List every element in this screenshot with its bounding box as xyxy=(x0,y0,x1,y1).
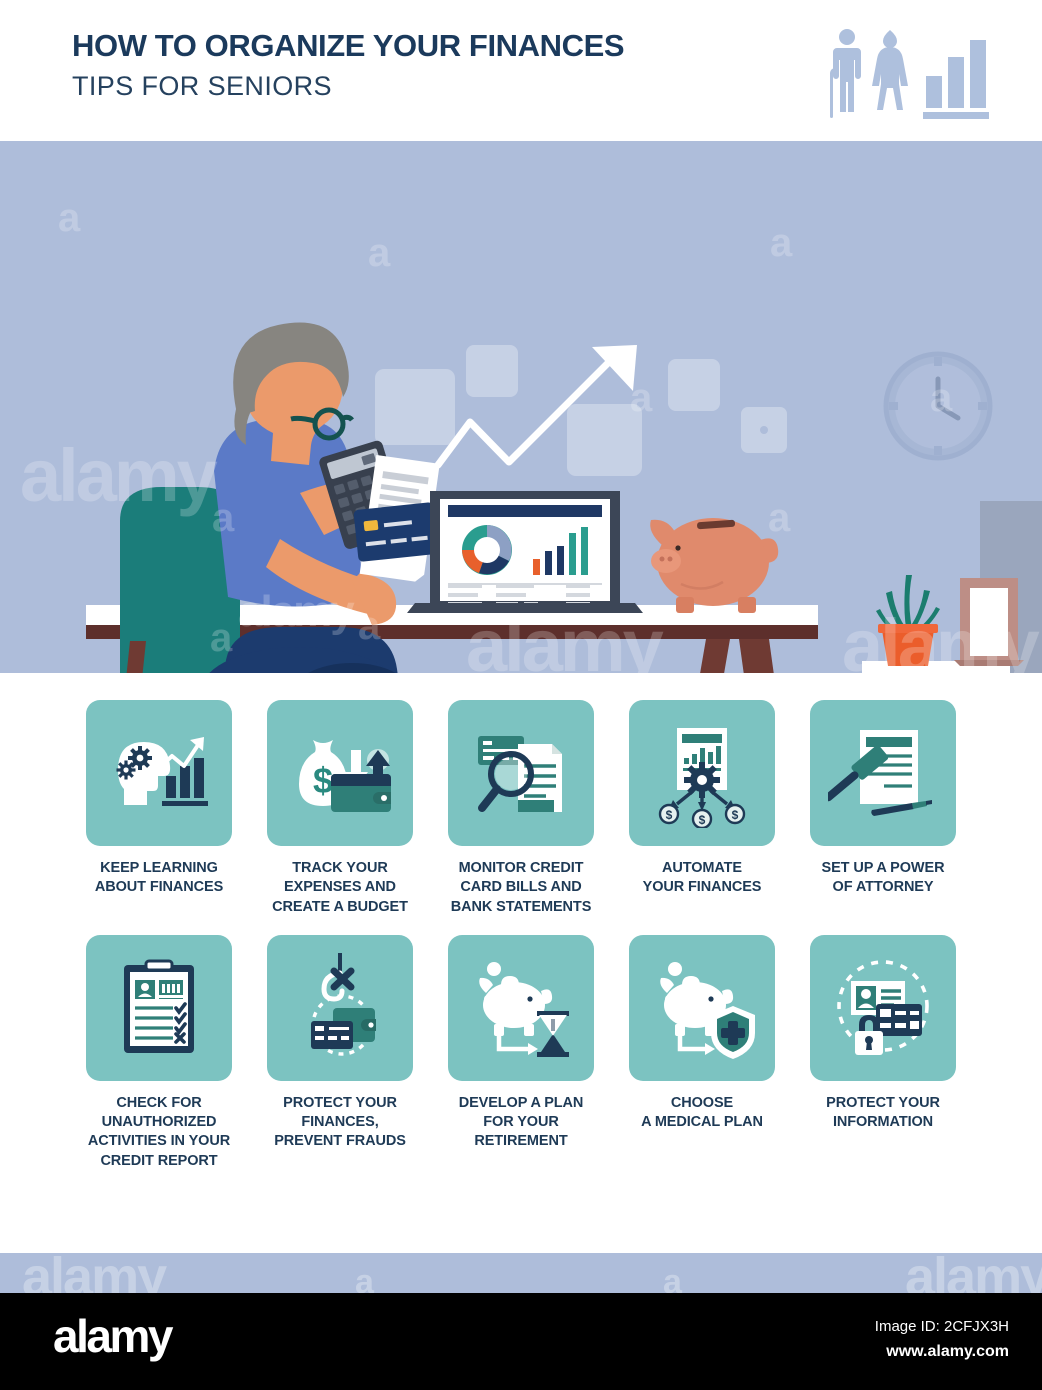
header-titles: HOW TO ORGANIZE YOUR FINANCES TIPS FOR S… xyxy=(72,28,625,102)
floating-plus-icon xyxy=(466,345,518,397)
svg-text:$: $ xyxy=(732,808,739,822)
tip-tile-9[interactable] xyxy=(629,934,775,1081)
svg-text:a: a xyxy=(770,221,793,265)
credit-card-statement-magnifier-icon xyxy=(478,736,562,812)
tip-label-1: KEEP LEARNING ABOUT FINANCES xyxy=(94,860,224,896)
tip-card-protect-information[interactable]: PROTECT YOUR INFORMATION xyxy=(810,934,956,1171)
tip-card-check-credit-report[interactable]: CHECK FOR UNAUTHORIZED ACTIVITIES IN YOU… xyxy=(86,934,232,1171)
svg-text:a: a xyxy=(368,231,391,275)
tip-label-4: AUTOMATE YOUR FINANCES xyxy=(642,860,762,896)
senior-man-with-cane-icon xyxy=(830,29,861,118)
head-with-gears-and-growth-chart-icon xyxy=(116,737,208,806)
tip-tile-8[interactable] xyxy=(448,934,594,1081)
medical-shield xyxy=(711,1005,755,1059)
tip-label-10: PROTECT YOUR INFORMATION xyxy=(826,1094,940,1131)
svg-text:a: a xyxy=(355,1263,375,1293)
page-subtitle: TIPS FOR SENIORS xyxy=(72,70,332,101)
svg-text:alamy: alamy xyxy=(905,1253,1042,1293)
tip-card-keep-learning[interactable]: KEEP LEARNING ABOUT FINANCES xyxy=(86,700,232,917)
id-card-lock-icon xyxy=(837,960,929,1055)
tip-tile-5[interactable] xyxy=(810,700,956,846)
tip-tile-10[interactable] xyxy=(810,934,956,1081)
page-header: HOW TO ORGANIZE YOUR FINANCES TIPS FOR S… xyxy=(0,0,1042,140)
footer-watermark-strip: alamy a a alamy xyxy=(0,1253,1042,1293)
tip-card-retirement-plan[interactable]: DEVELOP A PLAN FOR YOUR RETIREMENT xyxy=(448,934,594,1171)
bar-chart-icon xyxy=(923,40,989,119)
senior-woman-icon xyxy=(872,30,908,110)
laptop-text-rows xyxy=(448,583,602,606)
svg-text:alamy: alamy xyxy=(22,1253,167,1293)
header-icon-group xyxy=(820,28,1000,120)
hero-scene-svg: % a a a a a a a a alamy alamy alamy alam… xyxy=(0,141,1042,673)
alamy-logo: alamy xyxy=(53,1310,173,1362)
alamy-footer: alamy Image ID: 2CFJX3H www.alamy.com xyxy=(0,1293,1042,1390)
tips-row-2: CHECK FOR UNAUTHORIZED ACTIVITIES IN YOU… xyxy=(0,934,1042,1171)
alamy-url-text: www.alamy.com xyxy=(886,1343,1009,1360)
document-gear-coins-icon: $ $ $ xyxy=(658,728,746,828)
svg-text:alamy: alamy xyxy=(466,604,664,673)
tip-tile-6[interactable] xyxy=(86,934,232,1081)
tip-label-8: DEVELOP A PLAN FOR YOUR RETIREMENT xyxy=(458,1094,584,1150)
footer-meta: Image ID: 2CFJX3H www.alamy.com xyxy=(875,1315,1009,1365)
tip-card-prevent-frauds[interactable]: PROTECT YOUR FINANCES, PREVENT FRAUDS xyxy=(267,934,413,1171)
tip-tile-7[interactable] xyxy=(267,934,413,1081)
tip-label-3: MONITOR CREDIT CARD BILLS AND BANK STATE… xyxy=(450,860,592,915)
svg-text:a: a xyxy=(663,1263,683,1293)
hero-illustration: % a a a a a a a a alamy alamy alamy alam… xyxy=(0,141,1042,673)
tip-card-track-expenses[interactable]: $ TRACK YOUR EXPENSES AND CREATE A BUDGE… xyxy=(267,700,413,917)
tip-card-medical-plan[interactable]: CHOOSE A MEDICAL PLAN xyxy=(629,934,775,1171)
tip-tile-3[interactable] xyxy=(448,700,594,846)
tip-label-5: SET UP A POWER OF ATTORNEY xyxy=(821,860,945,896)
tip-tile-2[interactable]: $ xyxy=(267,700,413,846)
tip-label-2: TRACK YOUR EXPENSES AND CREATE A BUDGET xyxy=(272,860,408,915)
svg-text:$: $ xyxy=(666,808,673,822)
svg-text:a: a xyxy=(212,496,235,540)
svg-text:alamy: alamy xyxy=(20,434,218,517)
piggy-bank-medical-shield-icon xyxy=(660,961,755,1059)
page-title: HOW TO ORGANIZE YOUR FINANCES xyxy=(72,28,625,63)
floating-bar-chart-icon xyxy=(375,369,455,445)
tip-label-6: CHECK FOR UNAUTHORIZED ACTIVITIES IN YOU… xyxy=(87,1094,231,1169)
svg-text:a: a xyxy=(358,604,381,648)
gavel-document-pen-icon xyxy=(828,730,932,816)
tips-row-1: KEEP LEARNING ABOUT FINANCES $ TRACK YOU… xyxy=(0,700,1042,917)
laptop-donut-chart xyxy=(462,525,512,575)
svg-text:a: a xyxy=(630,376,653,420)
floating-gear-icon xyxy=(741,407,787,453)
svg-text:a: a xyxy=(930,376,953,420)
svg-text:alamy: alamy xyxy=(238,587,355,636)
image-id-text: Image ID: 2CFJX3H xyxy=(874,1318,1009,1335)
clipboard-checklist-icon xyxy=(124,959,194,1053)
svg-text:alamy: alamy xyxy=(842,604,1040,673)
piggy-bank-hourglass-icon xyxy=(479,961,569,1057)
tip-label-7: PROTECT YOUR FINANCES, PREVENT FRAUDS xyxy=(274,1094,406,1150)
tip-label-9: CHOOSE A MEDICAL PLAN xyxy=(641,1094,763,1131)
svg-text:%: % xyxy=(581,412,627,470)
tip-tile-4[interactable]: $ $ $ xyxy=(629,700,775,846)
svg-text:a: a xyxy=(58,196,81,240)
svg-text:$: $ xyxy=(313,760,333,801)
credit-card xyxy=(353,502,438,562)
svg-text:a: a xyxy=(768,496,791,540)
money-bag-and-wallet-icon: $ xyxy=(299,740,391,812)
floating-transfer-arrows-icon xyxy=(668,359,720,411)
tip-card-power-of-attorney[interactable]: SET UP A POWER OF ATTORNEY xyxy=(810,700,956,917)
laptop-with-charts xyxy=(407,491,643,613)
hourglass xyxy=(537,1010,569,1057)
tips-grid: KEEP LEARNING ABOUT FINANCES $ TRACK YOU… xyxy=(0,700,1042,1171)
tip-card-monitor-bills[interactable]: MONITOR CREDIT CARD BILLS AND BANK STATE… xyxy=(448,700,594,917)
svg-text:$: $ xyxy=(699,813,706,827)
tip-card-automate-finances[interactable]: $ $ $ AUTOMATE YOUR FINANCES xyxy=(629,700,775,917)
tip-tile-1[interactable] xyxy=(86,700,232,846)
phishing-hook-wallet-icon xyxy=(311,952,376,1056)
svg-text:a: a xyxy=(210,616,233,660)
